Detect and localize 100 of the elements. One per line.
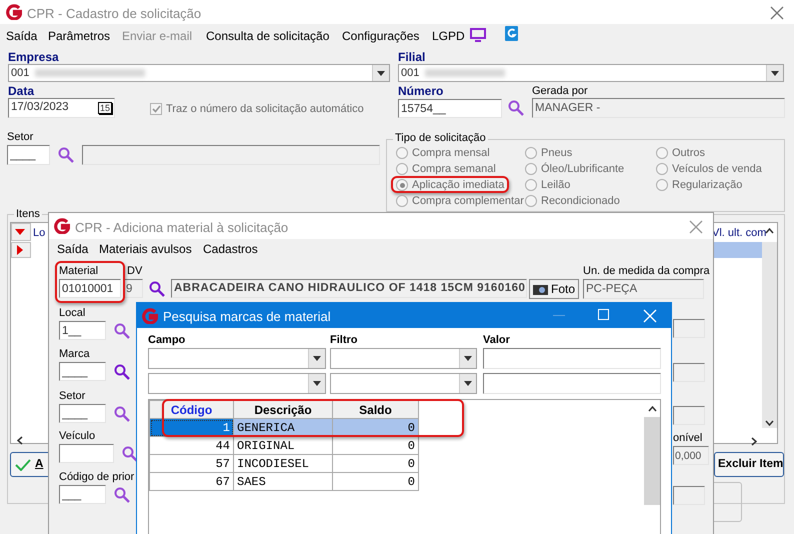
table-cell: 44: [150, 436, 234, 454]
search-icon[interactable]: [114, 323, 130, 339]
search-icon[interactable]: [149, 281, 165, 297]
text-field[interactable]: [82, 145, 380, 165]
column-header[interactable]: Código: [150, 400, 234, 418]
scroll-right-icon[interactable]: [751, 437, 757, 446]
field-label: Veículo: [59, 429, 96, 443]
maximize-icon[interactable]: [598, 309, 610, 321]
field-label: Material: [59, 264, 98, 278]
dropdown-field[interactable]: 001: [398, 64, 784, 82]
caret-icon[interactable]: [313, 381, 321, 386]
radio-option[interactable]: Compra semanal: [396, 162, 496, 176]
menu-item[interactable]: Saída: [6, 27, 38, 45]
text-field[interactable]: 9: [123, 279, 143, 298]
radio-option[interactable]: Recondicionado: [525, 194, 620, 208]
column-header[interactable]: Saldo: [332, 400, 418, 418]
text-field[interactable]: ____: [7, 145, 50, 165]
table-cell: ORIGINAL: [234, 436, 332, 454]
sort-arrow-icon[interactable]: [15, 229, 25, 235]
logo-icon: [142, 308, 158, 324]
field-label: Filtro: [330, 333, 358, 347]
photo-button[interactable]: Foto: [529, 279, 579, 299]
radio-option[interactable]: Pneus: [525, 146, 572, 160]
table-cell: 67: [150, 472, 234, 490]
menu-item[interactable]: LGPD: [432, 27, 465, 45]
monitor-icon[interactable]: [470, 28, 486, 42]
text-field[interactable]: ___: [59, 485, 106, 504]
scroll-up-icon[interactable]: [765, 228, 774, 234]
dropdown-field[interactable]: [148, 348, 326, 369]
column-header[interactable]: Lo: [33, 226, 46, 240]
text-field[interactable]: PC-PEÇA: [583, 279, 704, 299]
close-icon[interactable]: [689, 220, 703, 234]
field-label: Marca: [59, 347, 90, 361]
text-field[interactable]: [673, 363, 705, 382]
column-header[interactable]: Descrição: [234, 400, 332, 418]
text-field[interactable]: 1__: [59, 321, 106, 340]
menu-item[interactable]: Cadastros: [203, 240, 258, 258]
text-field[interactable]: 15754__: [398, 99, 502, 118]
logo-icon: [54, 218, 70, 234]
radio-option[interactable]: Leilão: [525, 178, 570, 192]
text-field[interactable]: MANAGER -: [532, 98, 785, 118]
menu-item[interactable]: Consulta de solicitação: [206, 27, 330, 45]
app-icon[interactable]: [505, 26, 518, 41]
text-field[interactable]: [673, 486, 705, 505]
menu-item[interactable]: Materiais avulsos: [99, 240, 192, 258]
caret-icon[interactable]: [377, 70, 385, 76]
dropdown-field[interactable]: [330, 373, 477, 394]
radio-option[interactable]: Regularização: [656, 178, 742, 192]
calendar-button[interactable]: 15: [98, 102, 112, 114]
dropdown-field[interactable]: [330, 348, 477, 369]
search-icon[interactable]: [114, 364, 130, 380]
field-label: Número: [398, 84, 444, 98]
dropdown-field[interactable]: 001: [8, 64, 390, 82]
text-field[interactable]: [673, 319, 705, 338]
row-indicator: [11, 242, 31, 258]
menu-item[interactable]: Saída: [57, 240, 88, 258]
menu-item[interactable]: Parâmetros: [48, 27, 110, 45]
table-row[interactable]: 67 SAES 0: [150, 472, 418, 490]
search-icon[interactable]: [122, 446, 138, 462]
text-field[interactable]: 0,000: [673, 446, 709, 465]
table-cell: SAES: [234, 472, 332, 490]
window-title: CPR - Cadastro de solicitação: [27, 5, 202, 23]
dropdown-field[interactable]: [148, 373, 326, 394]
scroll-left-icon[interactable]: [17, 436, 23, 445]
caret-icon[interactable]: [464, 356, 472, 361]
text-field[interactable]: [673, 406, 705, 425]
close-icon[interactable]: [770, 6, 784, 20]
table-row[interactable]: 44 ORIGINAL 0: [150, 436, 418, 454]
text-field[interactable]: ____: [59, 404, 106, 423]
radio-option[interactable]: Compra complementar: [396, 194, 524, 208]
delete-button[interactable]: Excluir Item: [714, 452, 784, 477]
text-field[interactable]: ____: [59, 362, 106, 381]
radio-option[interactable]: Óleo/Lubrificante: [525, 162, 624, 176]
scroll-up-icon[interactable]: [648, 406, 657, 412]
radio-option[interactable]: Outros: [656, 146, 706, 160]
table-row[interactable]: 57 INCODIESEL 0: [150, 454, 418, 472]
header-cell: [11, 223, 31, 241]
caret-icon[interactable]: [464, 381, 472, 386]
menu-item[interactable]: Configurações: [342, 27, 420, 45]
table-row[interactable]: 1 GENERICA 0: [150, 418, 418, 436]
field-label: Valor: [483, 333, 510, 347]
caret-icon[interactable]: [313, 356, 321, 361]
date-field[interactable]: 17/03/2023 15: [8, 98, 115, 118]
search-icon[interactable]: [58, 147, 74, 163]
search-icon[interactable]: [114, 406, 130, 422]
window-title: CPR - Adiciona material à solicitação: [75, 219, 288, 237]
text-field[interactable]: 01010001: [59, 279, 121, 298]
search-icon[interactable]: [114, 487, 130, 503]
radio-option[interactable]: Veículos de venda: [656, 162, 762, 176]
scroll-down-icon[interactable]: [765, 420, 774, 426]
radio-option[interactable]: Compra mensal: [396, 146, 490, 160]
text-field[interactable]: [59, 444, 114, 463]
search-icon[interactable]: [508, 100, 524, 116]
group-title: Tipo de solicitação: [393, 131, 488, 145]
radio-option[interactable]: Aplicação imediata: [396, 178, 504, 192]
table-cell: 0: [332, 472, 418, 490]
text-field[interactable]: [483, 348, 661, 369]
caret-icon[interactable]: [771, 70, 779, 76]
text-field[interactable]: [483, 373, 661, 394]
logo-icon: [6, 4, 22, 20]
